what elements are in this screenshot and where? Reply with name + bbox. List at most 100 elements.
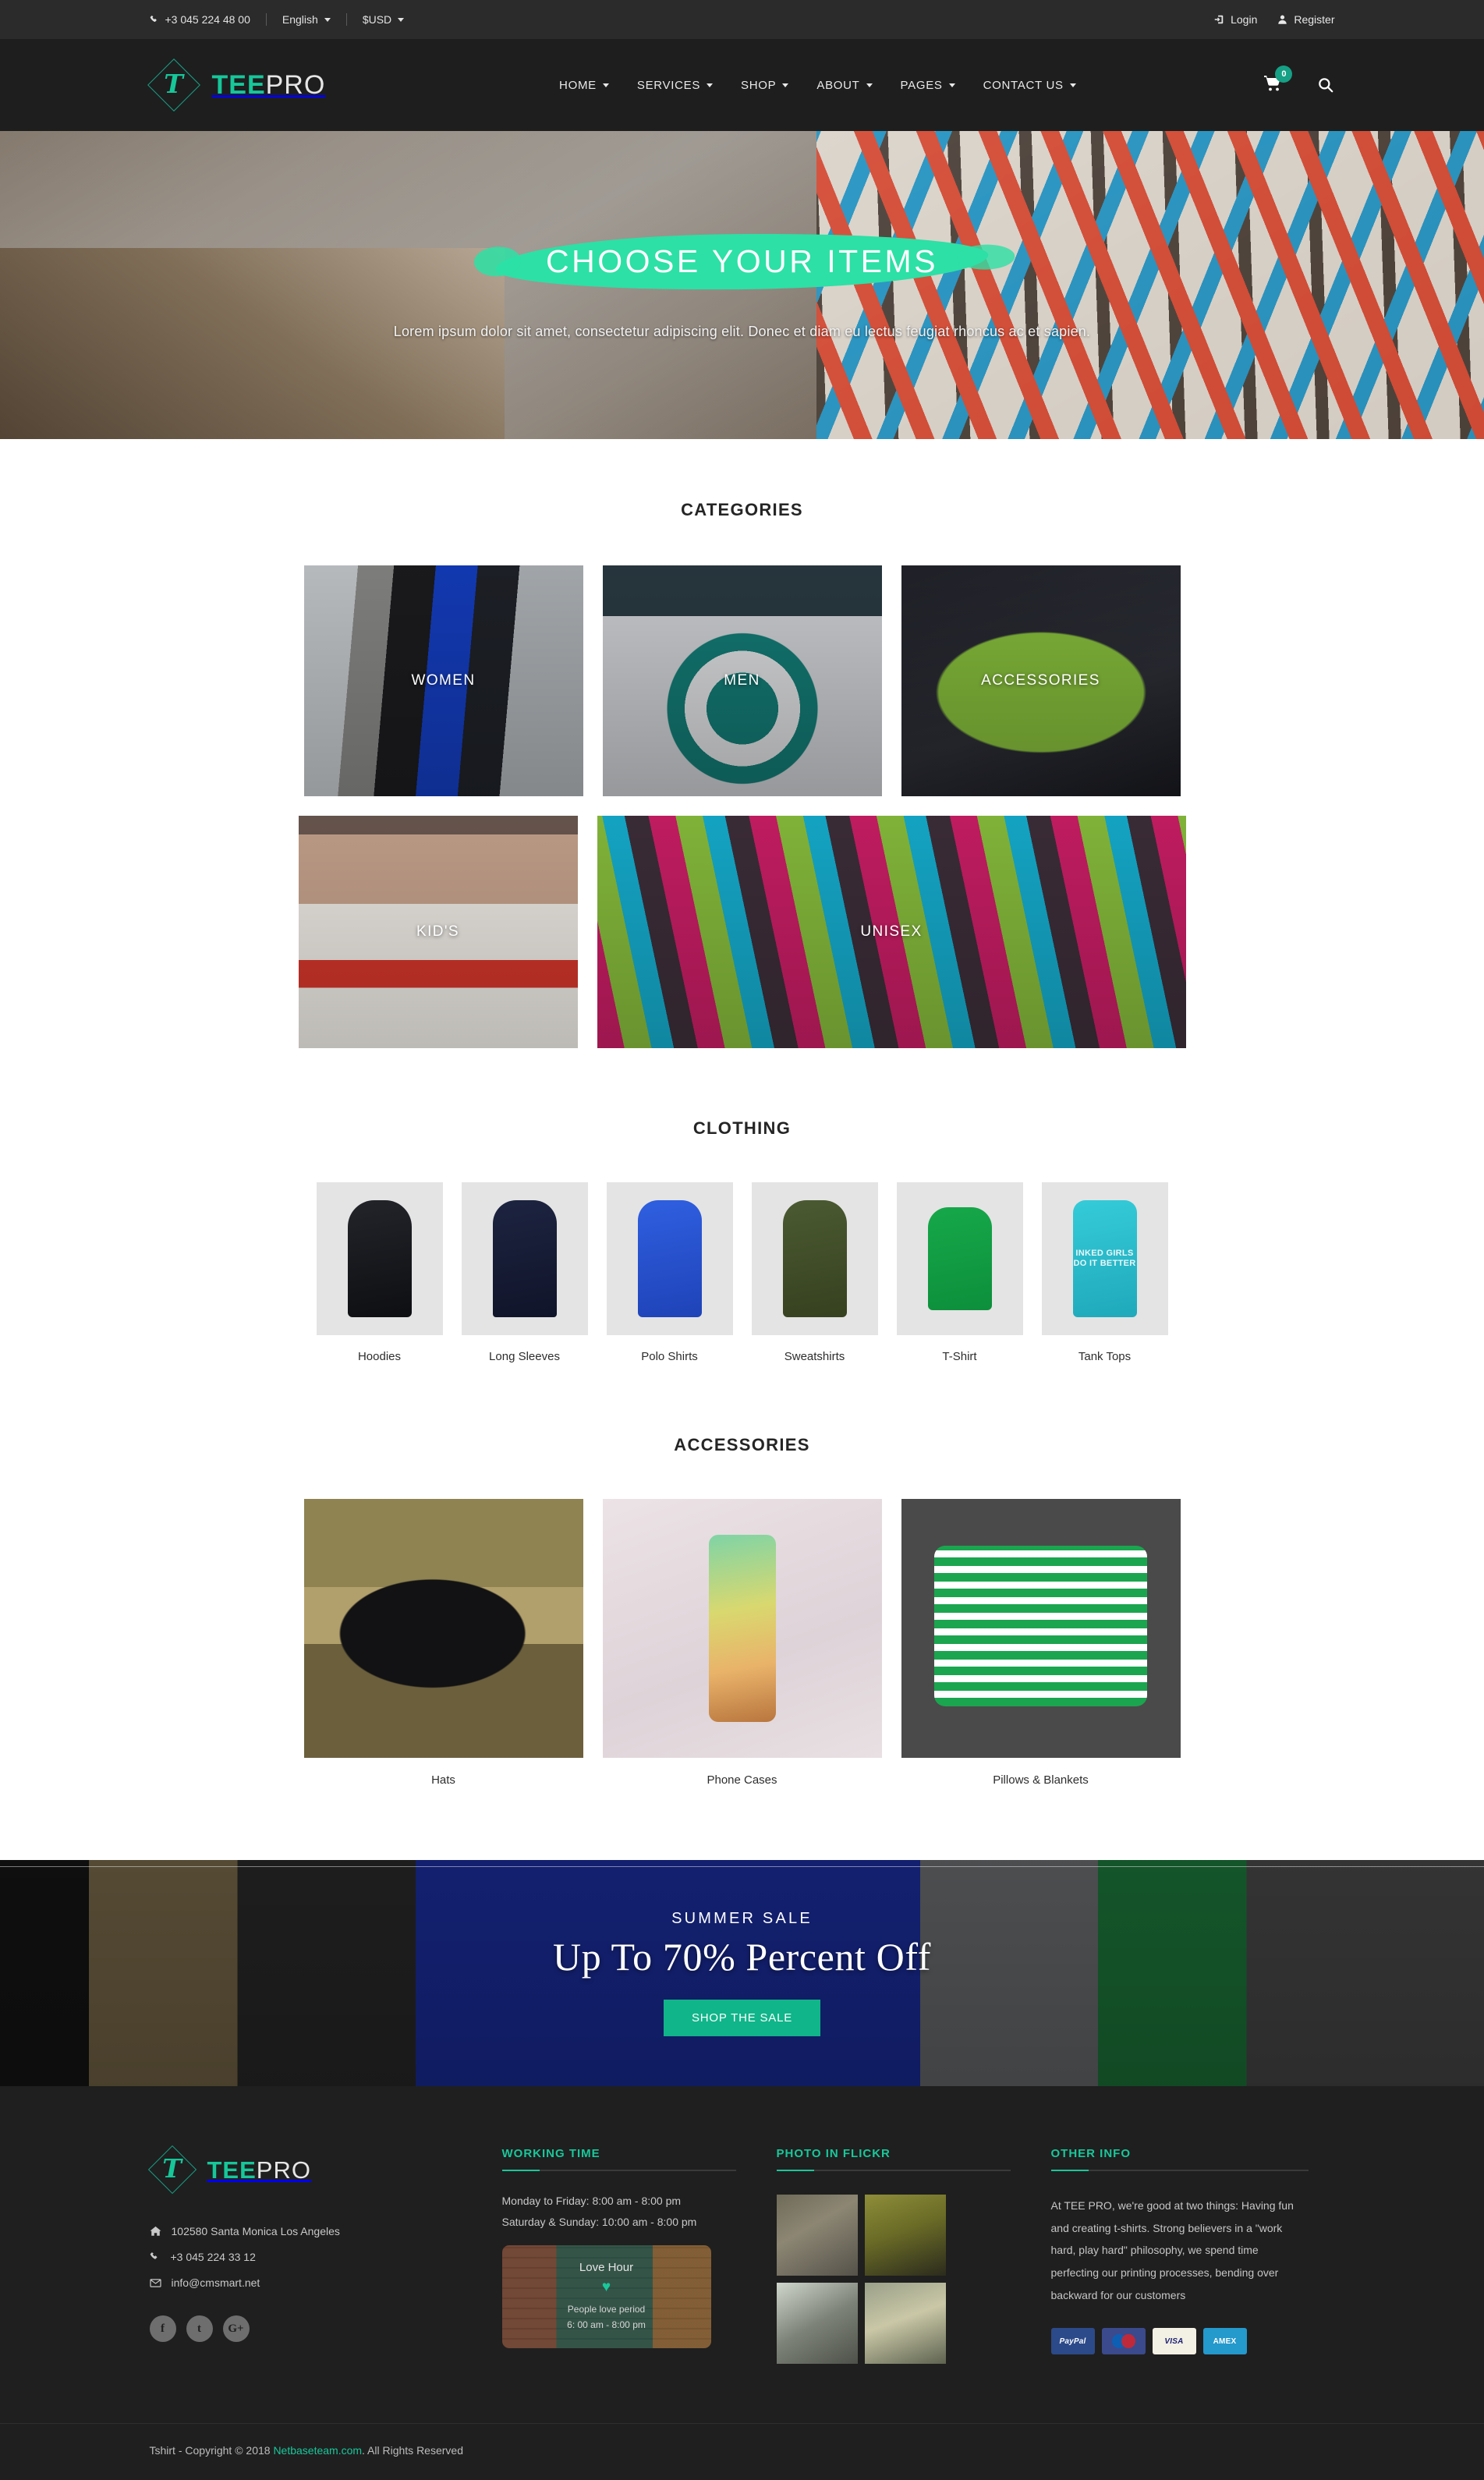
flickr-photo[interactable] — [864, 2195, 946, 2276]
shop-the-sale-button[interactable]: SHOP THE SALE — [663, 2000, 821, 2036]
currency-selector[interactable]: $USD — [362, 13, 405, 26]
nav-item-shop[interactable]: SHOP — [741, 79, 789, 92]
copyright-bar: Tshirt - Copyright © 2018 Netbaseteam.co… — [0, 2423, 1484, 2480]
flickr-heading: PHOTO IN FLICKR — [776, 2147, 891, 2160]
nav-label: HOME — [559, 78, 597, 92]
twitter-icon[interactable]: t — [186, 2315, 213, 2342]
clothing-item-long-sleeves[interactable]: Long Sleeves — [461, 1182, 588, 1363]
main-nav: HOME SERVICES SHOP ABOUT PAGES CONTACT U… — [559, 79, 1076, 92]
footer-phone[interactable]: +3 045 224 33 12 — [150, 2251, 462, 2263]
working-time-line-1: Monday to Friday: 8:00 am - 8:00 pm — [501, 2195, 682, 2207]
phone-icon — [150, 2251, 161, 2262]
other-info-heading: OTHER INFO — [1050, 2147, 1131, 2160]
clothing-section: CLOTHING Hoodies Long Sleeves Polo Shirt… — [150, 1048, 1335, 1363]
sale-headline: Up To 70% Percent Off — [553, 1935, 931, 1979]
header-tools: 0 — [1263, 65, 1334, 97]
clothing-thumb — [751, 1182, 878, 1335]
site-footer: T TEE PRO 102580 Santa Monica Los Angeles — [0, 2086, 1484, 2480]
logo-glyph: T — [164, 69, 183, 99]
category-tile-unisex[interactable]: UNISEX — [597, 816, 1186, 1048]
love-hour-line-2: 6: 00 am - 8:00 pm — [567, 2319, 646, 2330]
footer-email[interactable]: info@cmsmart.net — [149, 2276, 462, 2289]
hoodie-image — [347, 1200, 412, 1317]
accessories-grid: Hats Phone Cases Pillows & Blankets — [150, 1499, 1335, 1787]
clothing-thumb — [896, 1182, 1023, 1335]
phone-case-image — [602, 1499, 882, 1758]
working-time-line-2: Saturday & Sunday: 10:00 am - 8:00 pm — [501, 2216, 697, 2228]
logo-pro: PRO — [265, 70, 326, 100]
polo-shirt-image — [637, 1200, 702, 1317]
nav-item-contact-us[interactable]: CONTACT US — [983, 79, 1076, 92]
footer-logo[interactable]: T TEE PRO — [147, 2145, 462, 2195]
accessory-label: Pillows & Blankets — [993, 1773, 1089, 1787]
category-tile-men[interactable]: MEN — [602, 565, 882, 796]
nav-item-home[interactable]: HOME — [559, 79, 609, 92]
nav-item-pages[interactable]: PAGES — [901, 79, 955, 92]
login-link[interactable]: Login — [1213, 13, 1257, 26]
category-tile-kids[interactable]: KID'S — [298, 816, 578, 1048]
header-inner: T TEE PRO HOME SERVICES SHOP ABOUT PAGES… — [147, 58, 1335, 112]
chevron-down-icon — [1069, 83, 1076, 87]
hero-title-wrap: CHOOSE YOUR ITEMS — [494, 230, 990, 292]
clothing-item-polo-shirts[interactable]: Polo Shirts — [606, 1182, 733, 1363]
accessory-item-pillows-blankets[interactable]: Pillows & Blankets — [901, 1499, 1181, 1787]
clothing-label: Tank Tops — [1078, 1350, 1132, 1363]
flickr-photo[interactable] — [864, 2283, 946, 2364]
nav-item-services[interactable]: SERVICES — [637, 79, 714, 92]
sale-banner: SUMMER SALE Up To 70% Percent Off SHOP T… — [0, 1860, 1484, 2086]
accessory-item-phone-cases[interactable]: Phone Cases — [602, 1499, 882, 1787]
clothing-item-sweatshirts[interactable]: Sweatshirts — [751, 1182, 878, 1363]
site-logo[interactable]: T TEE PRO — [147, 58, 326, 112]
flickr-photo[interactable] — [776, 2283, 858, 2364]
clothing-thumb — [316, 1182, 443, 1335]
accessory-item-hats[interactable]: Hats — [303, 1499, 583, 1787]
chevron-down-icon — [398, 17, 405, 22]
hero-subtitle: Lorem ipsum dolor sit amet, consectetur … — [393, 323, 1091, 339]
working-time-heading: WORKING TIME — [501, 2147, 600, 2160]
payment-methods: PayPal VISA AMEX — [1050, 2328, 1309, 2355]
footer-phone-text: +3 045 224 33 12 — [170, 2251, 256, 2263]
cart-count-badge: 0 — [1275, 65, 1293, 83]
accessories-title: ACCESSORIES — [674, 1435, 810, 1454]
nav-item-about[interactable]: ABOUT — [816, 79, 873, 92]
accessory-label: Hats — [431, 1773, 455, 1787]
other-info-text: At TEE PRO, we're good at two things: Ha… — [1050, 2199, 1294, 2301]
tank-top-print-text: INKED GIRLS DO IT BETTER — [1073, 1249, 1136, 1268]
love-hour-line-1: People love period — [567, 2303, 646, 2315]
footer-contact-list: 102580 Santa Monica Los Angeles +3 045 2… — [149, 2225, 462, 2289]
heading-rule — [501, 2170, 736, 2171]
footer-logo-pro: PRO — [256, 2156, 311, 2184]
logo-glyph: T — [162, 2153, 182, 2184]
chevron-down-icon — [602, 83, 609, 87]
clothing-item-hoodies[interactable]: Hoodies — [316, 1182, 443, 1363]
facebook-icon[interactable]: f — [149, 2315, 176, 2342]
logo-diamond-icon: T — [147, 58, 200, 112]
logo-tee: TEE — [211, 70, 266, 100]
language-selector[interactable]: English — [282, 13, 331, 26]
cart-button[interactable]: 0 — [1263, 65, 1293, 97]
clothing-label: Long Sleeves — [489, 1350, 560, 1363]
register-link[interactable]: Register — [1277, 13, 1335, 26]
clothing-thumb: INKED GIRLS DO IT BETTER — [1041, 1182, 1168, 1335]
sweatshirt-image — [782, 1200, 847, 1317]
clothing-item-tank-tops[interactable]: INKED GIRLS DO IT BETTER Tank Tops — [1041, 1182, 1168, 1363]
category-label: ACCESSORIES — [981, 672, 1100, 689]
category-tile-women[interactable]: WOMEN — [303, 565, 583, 796]
clothing-title: CLOTHING — [692, 1118, 792, 1138]
footer-address-text: 102580 Santa Monica Los Angeles — [171, 2225, 340, 2237]
copyright-link[interactable]: Netbaseteam.com — [273, 2444, 362, 2457]
currency-label: $USD — [362, 13, 392, 26]
clothing-item-t-shirt[interactable]: T-Shirt — [896, 1182, 1023, 1363]
top-bar-phone[interactable]: +3 045 224 48 00 — [150, 13, 250, 26]
category-tile-accessories[interactable]: ACCESSORIES — [901, 565, 1181, 796]
chevron-down-icon — [707, 83, 714, 87]
search-button[interactable] — [1317, 76, 1334, 94]
clothing-thumb — [606, 1182, 733, 1335]
footer-other-info-column: OTHER INFO At TEE PRO, we're good at two… — [1050, 2147, 1309, 2355]
chevron-down-icon — [324, 17, 331, 22]
nav-label: PAGES — [900, 78, 943, 92]
footer-working-time-column: WORKING TIME Monday to Friday: 8:00 am -… — [501, 2147, 736, 2348]
google-plus-icon[interactable]: G+ — [222, 2315, 250, 2342]
flickr-photo[interactable] — [776, 2195, 858, 2276]
top-bar-divider-2 — [345, 13, 347, 26]
